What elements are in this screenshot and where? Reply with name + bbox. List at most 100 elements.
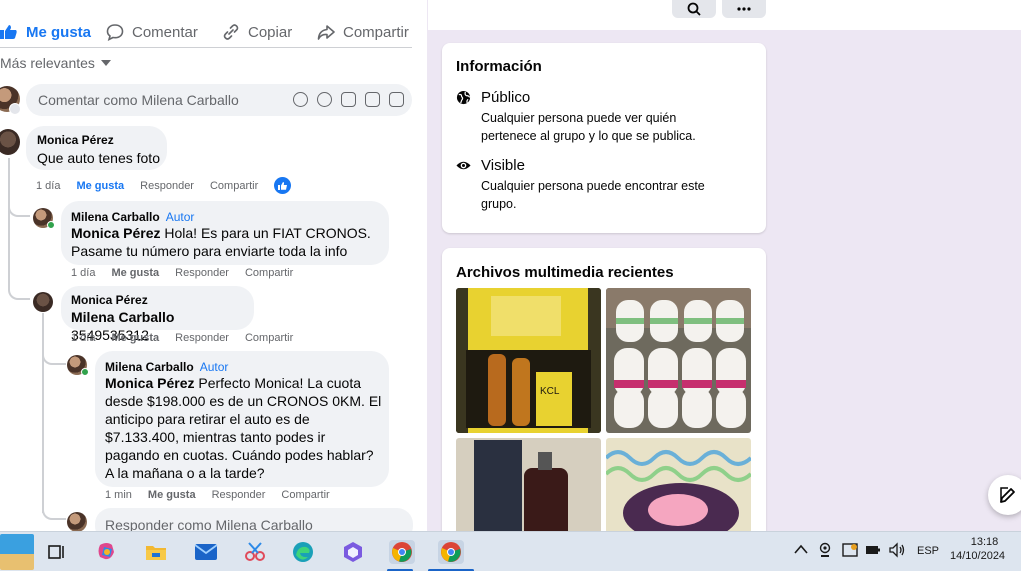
mention-link[interactable]: Milena Carballo (71, 309, 174, 325)
widgets-icon[interactable] (0, 534, 34, 570)
comment-like-button[interactable]: Me gusta (111, 332, 159, 344)
comment-author[interactable]: Milena Carballo (105, 360, 194, 374)
avatar-menu-badge[interactable] (9, 103, 21, 115)
language-indicator[interactable]: ESP (917, 545, 939, 557)
emoji-icon[interactable] (317, 92, 332, 107)
copilot-app-icon[interactable] (340, 540, 366, 564)
comment-button[interactable]: Comentar (106, 23, 198, 41)
reply-input[interactable]: Responder como Milena Carballo (95, 508, 413, 531)
globe-icon (456, 90, 471, 105)
search-button[interactable] (672, 0, 716, 18)
comment-time[interactable]: 1 día (71, 332, 95, 344)
copilot-icon[interactable] (94, 540, 120, 564)
more-options-button[interactable] (722, 0, 766, 18)
comment-time[interactable]: 1 min (105, 489, 132, 501)
info-card-title: Información (456, 58, 542, 75)
comment-like-button[interactable]: Me gusta (148, 489, 196, 501)
edge-icon[interactable] (290, 540, 316, 564)
post-comments-panel: Me gusta Comentar Copiar Compartir Más r… (0, 0, 427, 531)
comment-text: Que auto tenes foto (37, 150, 160, 166)
chrome-icon[interactable] (438, 540, 464, 564)
copy-button[interactable]: Copiar (222, 23, 292, 41)
avatar-sticker-icon[interactable] (293, 92, 308, 107)
show-hidden-icons-chevron-up-icon[interactable] (794, 544, 808, 557)
file-explorer-icon[interactable] (143, 540, 169, 564)
comment-share-button[interactable]: Compartir (245, 332, 293, 344)
media-thumbnail[interactable]: KCL (456, 288, 601, 433)
comment-share-button[interactable]: Compartir (210, 180, 258, 192)
media-thumbnail[interactable] (456, 438, 601, 531)
thumbs-up-icon (277, 181, 287, 190)
comment-author[interactable]: Monica Pérez (37, 133, 114, 147)
clock[interactable]: 13:18 14/10/2024 (950, 536, 1005, 562)
perfume-bottle-image (456, 438, 601, 531)
comment-input[interactable]: Comentar como Milena Carballo (26, 84, 412, 116)
comment-reply-button[interactable]: Responder (175, 267, 229, 279)
comment-share-button[interactable]: Compartir (281, 489, 329, 501)
avatar (0, 129, 20, 155)
bottles-image (606, 288, 751, 433)
mail-icon[interactable] (193, 540, 219, 564)
comment-time[interactable]: 1 día (36, 180, 60, 192)
snipping-tool-icon[interactable] (242, 540, 268, 564)
info-item-visible: Visible Cualquier persona puede encontra… (456, 157, 731, 213)
battery-icon[interactable] (865, 543, 881, 560)
sort-dropdown[interactable]: Más relevantes (0, 55, 111, 71)
info-item-desc: Cualquier persona puede encontrar este g… (481, 179, 705, 211)
share-icon (317, 25, 335, 40)
thread-connector (42, 498, 66, 520)
info-item-title: Público (481, 89, 531, 106)
gif-icon[interactable] (365, 92, 380, 107)
comment-bubble: Milena Carballo Autor Monica Pérez Perfec… (95, 351, 389, 487)
svg-text:KCL: KCL (540, 386, 560, 397)
media-thumbnail[interactable] (606, 438, 751, 531)
security-icon[interactable] (842, 542, 858, 561)
thread-line (42, 313, 44, 513)
like-button[interactable]: Me gusta (0, 23, 91, 41)
comment-tools (293, 92, 404, 107)
thumbs-up-icon (0, 25, 17, 39)
share-button[interactable]: Compartir (317, 23, 409, 41)
group-info-card: Información Público Cualquier persona pu… (442, 43, 766, 233)
online-status-indicator (47, 221, 55, 229)
comment-time[interactable]: 1 día (71, 267, 95, 279)
comment-share-button[interactable]: Compartir (245, 267, 293, 279)
info-item-public: Público Cualquier persona puede ver quié… (456, 89, 721, 145)
comment-meta: 1 min Me gusta Responder Compartir (105, 489, 330, 501)
like-reaction-badge[interactable] (274, 177, 292, 194)
media-card-title: Archivos multimedia recientes (456, 264, 674, 281)
comment-reply-button[interactable]: Responder (212, 489, 266, 501)
chrome-profile-icon[interactable] (389, 540, 415, 564)
eye-icon (456, 161, 471, 170)
comment-bubble: Monica Pérez Que auto tenes foto (26, 126, 167, 170)
thread-connector (8, 280, 30, 300)
sort-label: Más relevantes (0, 55, 95, 71)
media-thumbnail[interactable] (606, 288, 751, 433)
reply-input-placeholder: Responder como Milena Carballo (105, 517, 313, 531)
comment-meta: 1 día Me gusta Responder Compartir (71, 267, 293, 279)
webcam-icon[interactable] (818, 542, 832, 561)
new-post-button[interactable] (988, 475, 1021, 515)
comment-label: Comentar (132, 23, 198, 41)
comment-icon (106, 24, 124, 41)
clock-date: 14/10/2024 (950, 550, 1006, 562)
thread-connector (8, 195, 30, 217)
mention-link[interactable]: Monica Pérez (105, 375, 194, 391)
comment-reply-button[interactable]: Responder (175, 332, 229, 344)
comment-author[interactable]: Milena Carballo (71, 210, 160, 224)
comment-like-button[interactable]: Me gusta (111, 267, 159, 279)
like-label: Me gusta (26, 23, 92, 41)
comment-meta: 1 día Me gusta Responder Compartir (36, 177, 292, 194)
comment-reply-button[interactable]: Responder (140, 180, 194, 192)
sticker-icon[interactable] (389, 92, 404, 107)
thread-line (8, 158, 10, 290)
camera-icon[interactable] (341, 92, 356, 107)
comment-like-button[interactable]: Me gusta (76, 180, 124, 192)
link-icon (223, 24, 239, 40)
comment-input-placeholder: Comentar como Milena Carballo (38, 92, 239, 108)
windows-taskbar: ESP 13:18 14/10/2024 (0, 531, 1021, 571)
task-view-icon[interactable] (44, 540, 70, 564)
volume-icon[interactable] (888, 542, 906, 561)
comment-author[interactable]: Monica Pérez (71, 293, 148, 307)
mention-link[interactable]: Monica Pérez (71, 225, 160, 241)
